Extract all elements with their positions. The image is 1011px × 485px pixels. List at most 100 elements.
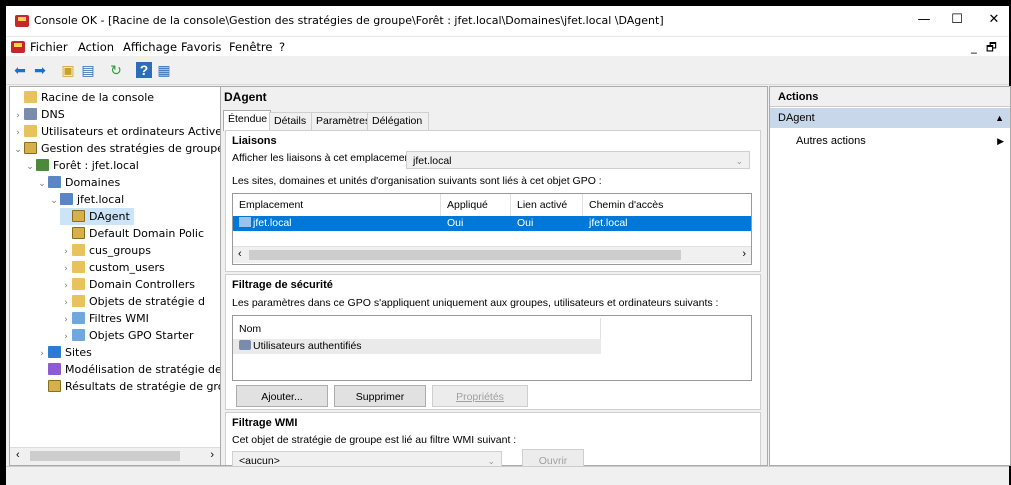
links-horizontal-scrollbar[interactable]: ‹ › — [233, 246, 751, 263]
menu-affichage[interactable]: Affichage — [123, 40, 177, 54]
tree-item-dns[interactable]: › DNS — [12, 106, 65, 123]
aduc-icon — [24, 125, 37, 137]
tree-item-jfet-local[interactable]: ⌄ jfet.local — [48, 191, 124, 208]
links-location-select[interactable]: jfet.local ⌄ — [406, 151, 750, 169]
toolbar: ⬅ ➡ ▣ ▤ ↻ ? ▦ — [6, 56, 1009, 85]
maximize-button[interactable]: ☐ — [947, 12, 967, 28]
scroll-right-button[interactable]: › — [210, 449, 214, 461]
doc-minimize-button[interactable]: _ — [971, 40, 977, 54]
tree-item-label: Domain Controllers — [89, 278, 196, 291]
tab-details[interactable]: Détails — [269, 112, 313, 130]
submenu-arrow-icon: ▶ — [997, 136, 1004, 146]
wmi-filtering-section: Filtrage WMI Cet objet de stratégie de g… — [225, 412, 761, 471]
column-header-applied[interactable]: Appliqué — [441, 194, 511, 216]
actions-context-header[interactable]: DAgent ▲ — [770, 108, 1010, 128]
menu-favoris[interactable]: Favoris — [181, 40, 221, 54]
tree-toggle[interactable]: ⌄ — [36, 176, 48, 193]
tab-delegation[interactable]: Délégation — [367, 112, 429, 130]
up-folder-icon[interactable]: ▣ — [60, 62, 76, 78]
tab-etendue[interactable]: Étendue — [223, 110, 271, 131]
tree-item-gpmc[interactable]: ⌄ Gestion des stratégies de groupe — [12, 140, 221, 159]
menu-fichier[interactable]: Fichier — [30, 40, 68, 54]
links-section: Liaisons Afficher les liaisons à cet emp… — [225, 130, 761, 272]
tree-item-gpo-objects[interactable]: › Objets de stratégie d — [60, 293, 205, 310]
tree-item-starter-gpos[interactable]: › Objets GPO Starter — [60, 327, 193, 344]
tab-parametres[interactable]: Paramètres — [311, 112, 370, 130]
tree-toggle[interactable]: ⌄ — [12, 142, 24, 159]
tree-item-label: cus_groups — [89, 244, 151, 257]
links-location-label: Afficher les liaisons à cet emplacement … — [232, 152, 420, 164]
column-header-enabled[interactable]: Lien activé — [511, 194, 583, 216]
menu-help[interactable]: ? — [279, 40, 285, 54]
forward-arrow-icon[interactable]: ➡ — [32, 62, 48, 78]
scroll-left-button[interactable]: ‹ — [238, 248, 242, 260]
tree-item-root[interactable]: Racine de la console — [12, 89, 154, 106]
users-group-icon — [239, 340, 251, 350]
collapse-up-icon[interactable]: ▲ — [995, 108, 1004, 128]
column-header-path[interactable]: Chemin d'accès — [583, 194, 751, 216]
title-bar[interactable]: Console OK - [Racine de la console\Gesti… — [6, 6, 1009, 36]
tree-item-label: DAgent — [89, 210, 130, 223]
scroll-left-button[interactable]: ‹ — [16, 449, 20, 461]
column-header-location[interactable]: Emplacement — [233, 194, 441, 216]
tree-item-label: Objets GPO Starter — [89, 329, 194, 342]
show-hide-tree-icon[interactable]: ▤ — [80, 62, 96, 78]
gpo-title: DAgent — [224, 90, 267, 104]
wmi-filter-icon — [72, 312, 85, 324]
tree-item-wmi-filters[interactable]: › Filtres WMI — [60, 310, 149, 327]
scroll-thumb[interactable] — [30, 451, 180, 461]
scroll-right-button[interactable]: › — [742, 248, 746, 260]
properties-button[interactable]: Propriétés — [432, 385, 528, 407]
tree-item-default-domain-policy[interactable]: Default Domain Polic — [60, 225, 204, 242]
link-path-cell: jfet.local — [589, 217, 628, 229]
link-location-cell: jfet.local — [233, 216, 292, 231]
menu-bar: Fichier Action Affichage Favoris Fenêtre… — [6, 36, 1009, 57]
table-row[interactable]: Utilisateurs authentifiés — [233, 339, 601, 354]
results-icon — [48, 380, 61, 392]
tree-item-results[interactable]: Résultats de stratégie de gro — [36, 378, 221, 395]
close-button[interactable]: ✕ — [984, 12, 1004, 28]
tree-item-sites[interactable]: › Sites — [36, 344, 92, 361]
folder-icon — [24, 91, 37, 103]
mmc-app-icon — [15, 15, 29, 27]
tree-item-forest[interactable]: ⌄ Forêt : jfet.local — [24, 157, 139, 174]
tree-item-label: Gestion des stratégies de groupe — [41, 142, 221, 155]
tree-toggle[interactable]: ⌄ — [24, 159, 36, 176]
console-tree[interactable]: Racine de la console › DNS › Utilisateurs … — [9, 86, 221, 466]
security-heading: Filtrage de sécurité — [232, 279, 333, 291]
tree-item-custom-users[interactable]: › custom_users — [60, 259, 165, 276]
tree-item-aduc[interactable]: ›Utilisateurs et ordinateurs Active Dir — [12, 123, 220, 140]
menu-fenetre[interactable]: Fenêtre — [229, 40, 272, 54]
minimize-button[interactable]: — — [914, 12, 934, 28]
properties-icon[interactable]: ▦ — [156, 62, 172, 78]
add-button[interactable]: Ajouter... — [236, 385, 328, 407]
tree-item-domain-controllers[interactable]: › Domain Controllers — [60, 276, 195, 293]
tree-item-label: Modélisation de stratégie de — [65, 363, 221, 376]
tree-item-label: Résultats de stratégie de gro — [65, 380, 221, 393]
link-applied-cell: Oui — [447, 217, 464, 229]
remove-button[interactable]: Supprimer — [334, 385, 426, 407]
tree-item-modeling[interactable]: Modélisation de stratégie de — [36, 361, 221, 378]
column-header-name[interactable]: Nom — [233, 318, 601, 340]
help-icon[interactable]: ? — [136, 62, 152, 78]
menu-action[interactable]: Action — [78, 40, 114, 54]
security-table: Nom Utilisateurs authentifiés — [232, 315, 752, 381]
link-enabled-cell: Oui — [517, 217, 534, 229]
tree-horizontal-scrollbar[interactable]: ‹ › — [10, 447, 220, 465]
back-arrow-icon[interactable]: ⬅ — [12, 62, 28, 78]
tree-item-domains[interactable]: ⌄ Domaines — [36, 174, 120, 191]
mmc-menu-icon[interactable] — [11, 41, 25, 53]
gpo-link-icon — [72, 210, 85, 222]
tree-item-dagent[interactable]: DAgent — [60, 208, 134, 225]
refresh-icon[interactable]: ↻ — [108, 62, 124, 78]
table-row[interactable]: jfet.local Oui Oui jfet.local — [233, 216, 751, 231]
gpo-folder-icon — [72, 295, 85, 307]
more-actions-item[interactable]: Autres actions — [796, 135, 866, 147]
tree-item-cus-groups[interactable]: › cus_groups — [60, 242, 151, 259]
wmi-description: Cet objet de stratégie de groupe est lié… — [232, 434, 517, 446]
more-actions-label: Autres actions — [796, 135, 866, 147]
scroll-thumb[interactable] — [249, 250, 681, 260]
ou-folder-icon — [72, 278, 85, 290]
tree-toggle[interactable]: ⌄ — [48, 193, 60, 210]
starter-gpo-icon — [72, 329, 85, 341]
